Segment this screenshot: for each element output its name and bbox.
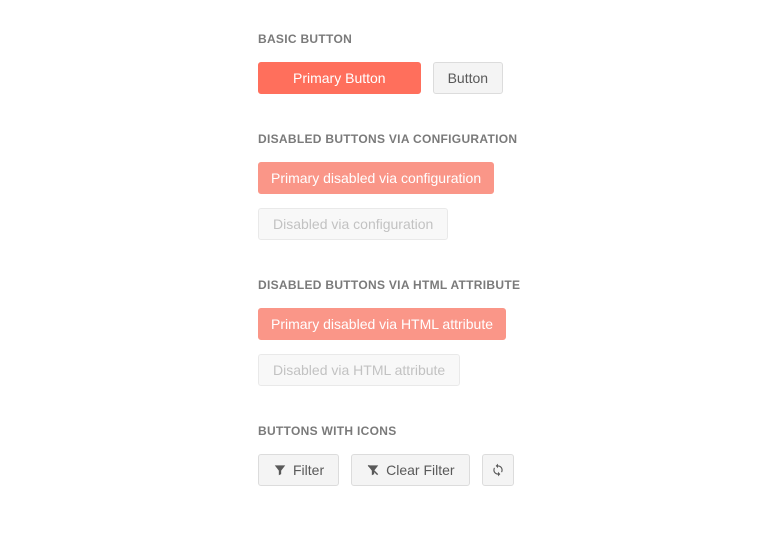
disabled-html-heading: DISABLED BUTTONS VIA HTML ATTRIBUTE (258, 278, 770, 292)
section-disabled-config: DISABLED BUTTONS VIA CONFIGURATION Prima… (258, 132, 770, 240)
disabled-config-heading: DISABLED BUTTONS VIA CONFIGURATION (258, 132, 770, 146)
primary-button[interactable]: Primary Button (258, 62, 421, 94)
default-disabled-config-button: Disabled via configuration (258, 208, 448, 240)
icons-row: Filter Clear Filter (258, 454, 770, 486)
disabled-config-row-primary: Primary disabled via configuration (258, 162, 770, 194)
primary-disabled-config-button: Primary disabled via configuration (258, 162, 494, 194)
icons-heading: BUTTONS WITH ICONS (258, 424, 770, 438)
primary-disabled-html-button: Primary disabled via HTML attribute (258, 308, 506, 340)
default-button[interactable]: Button (433, 62, 503, 94)
refresh-button[interactable] (482, 454, 514, 486)
filter-button[interactable]: Filter (258, 454, 339, 486)
clear-filter-icon (366, 463, 380, 477)
default-disabled-html-button: Disabled via HTML attribute (258, 354, 460, 386)
refresh-icon (491, 463, 505, 477)
section-disabled-html: DISABLED BUTTONS VIA HTML ATTRIBUTE Prim… (258, 278, 770, 386)
disabled-config-row-default: Disabled via configuration (258, 208, 770, 240)
disabled-html-row-primary: Primary disabled via HTML attribute (258, 308, 770, 340)
basic-button-row: Primary Button Button (258, 62, 770, 94)
filter-icon (273, 463, 287, 477)
section-buttons-with-icons: BUTTONS WITH ICONS Filter Clear Filter (258, 424, 770, 486)
clear-filter-button[interactable]: Clear Filter (351, 454, 469, 486)
disabled-html-row-default: Disabled via HTML attribute (258, 354, 770, 386)
clear-filter-button-label: Clear Filter (386, 463, 454, 477)
filter-button-label: Filter (293, 463, 324, 477)
section-basic-button: BASIC BUTTON Primary Button Button (258, 32, 770, 94)
basic-button-heading: BASIC BUTTON (258, 32, 770, 46)
